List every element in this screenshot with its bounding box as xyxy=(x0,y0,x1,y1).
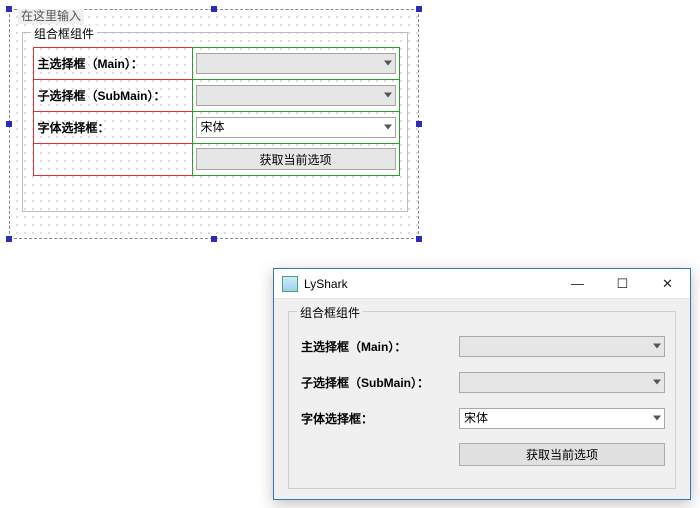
label-font[interactable]: 字体选择框： xyxy=(33,111,193,144)
titlebar[interactable]: LyShark — ☐ ✕ xyxy=(274,269,690,299)
row-main: 主选择框（Main）： xyxy=(301,328,665,364)
chevron-down-icon xyxy=(653,416,661,421)
groupbox-combobox-widgets[interactable]: 组合框组件 主选择框（Main）： 子选择框（SubMain）： xyxy=(22,32,408,212)
label-font: 字体选择框： xyxy=(301,410,459,427)
resize-handle-e[interactable] xyxy=(416,121,422,127)
cell-main-combo xyxy=(192,47,400,80)
font-combobox-value: 宋体 xyxy=(201,120,225,134)
font-combobox[interactable]: 宋体 xyxy=(459,408,665,429)
label-main[interactable]: 主选择框（Main）： xyxy=(33,47,193,80)
label-main: 主选择框（Main）： xyxy=(301,338,459,355)
row-submain: 子选择框（SubMain）： xyxy=(33,79,399,111)
close-button[interactable]: ✕ xyxy=(645,269,690,298)
chevron-down-icon xyxy=(384,93,392,98)
combobox-submain[interactable] xyxy=(196,85,396,106)
get-current-option-button[interactable]: 获取当前选项 xyxy=(459,443,665,466)
get-current-option-button[interactable]: 获取当前选项 xyxy=(196,148,396,170)
form-layout: 主选择框（Main）： 子选择框（SubMain）： 字体选择框： xyxy=(301,328,665,472)
window-title: LyShark xyxy=(304,277,348,291)
resize-handle-sw[interactable] xyxy=(6,236,12,242)
label-empty[interactable] xyxy=(33,143,193,176)
font-combobox[interactable]: 宋体 xyxy=(196,117,396,138)
row-button: 获取当前选项 xyxy=(33,143,399,175)
title-placeholder-label[interactable]: 在这里输入 xyxy=(18,9,84,24)
resize-handle-w[interactable] xyxy=(6,121,12,127)
font-combobox-value: 宋体 xyxy=(464,411,488,425)
runtime-window: LyShark — ☐ ✕ 组合框组件 主选择框（Main）： 子选择框（Sub… xyxy=(273,268,691,500)
form-layout: 主选择框（Main）： 子选择框（SubMain）： 字体选择框： xyxy=(33,47,399,203)
row-button: 获取当前选项 xyxy=(301,436,665,472)
resize-handle-nw[interactable] xyxy=(6,6,12,12)
groupbox-title: 组合框组件 xyxy=(297,304,363,321)
chevron-down-icon xyxy=(384,125,392,130)
row-font: 字体选择框： 宋体 xyxy=(301,400,665,436)
row-font: 字体选择框： 宋体 xyxy=(33,111,399,143)
combobox-main[interactable] xyxy=(196,53,396,74)
cell-button: 获取当前选项 xyxy=(192,143,400,176)
combobox-submain[interactable] xyxy=(459,372,665,393)
form-designer-canvas[interactable]: 在这里输入 组合框组件 主选择框（Main）： 子选择框（SubMain）： xyxy=(9,9,419,239)
resize-handle-n[interactable] xyxy=(211,6,217,12)
row-submain: 子选择框（SubMain）： xyxy=(301,364,665,400)
label-submain[interactable]: 子选择框（SubMain）： xyxy=(33,79,193,112)
chevron-down-icon xyxy=(653,380,661,385)
cell-submain-combo xyxy=(192,79,400,112)
maximize-button[interactable]: ☐ xyxy=(600,269,645,298)
resize-handle-s[interactable] xyxy=(211,236,217,242)
minimize-button[interactable]: — xyxy=(555,269,600,298)
app-icon xyxy=(282,276,298,292)
label-submain: 子选择框（SubMain）： xyxy=(301,374,459,391)
chevron-down-icon xyxy=(653,344,661,349)
resize-handle-se[interactable] xyxy=(416,236,422,242)
cell-font-combo: 宋体 xyxy=(192,111,400,144)
combobox-main[interactable] xyxy=(459,336,665,357)
row-main: 主选择框（Main）： xyxy=(33,47,399,79)
groupbox-combobox-widgets: 组合框组件 主选择框（Main）： 子选择框（SubMain）： xyxy=(288,311,676,489)
groupbox-title: 组合框组件 xyxy=(31,25,97,42)
resize-handle-ne[interactable] xyxy=(416,6,422,12)
chevron-down-icon xyxy=(384,61,392,66)
